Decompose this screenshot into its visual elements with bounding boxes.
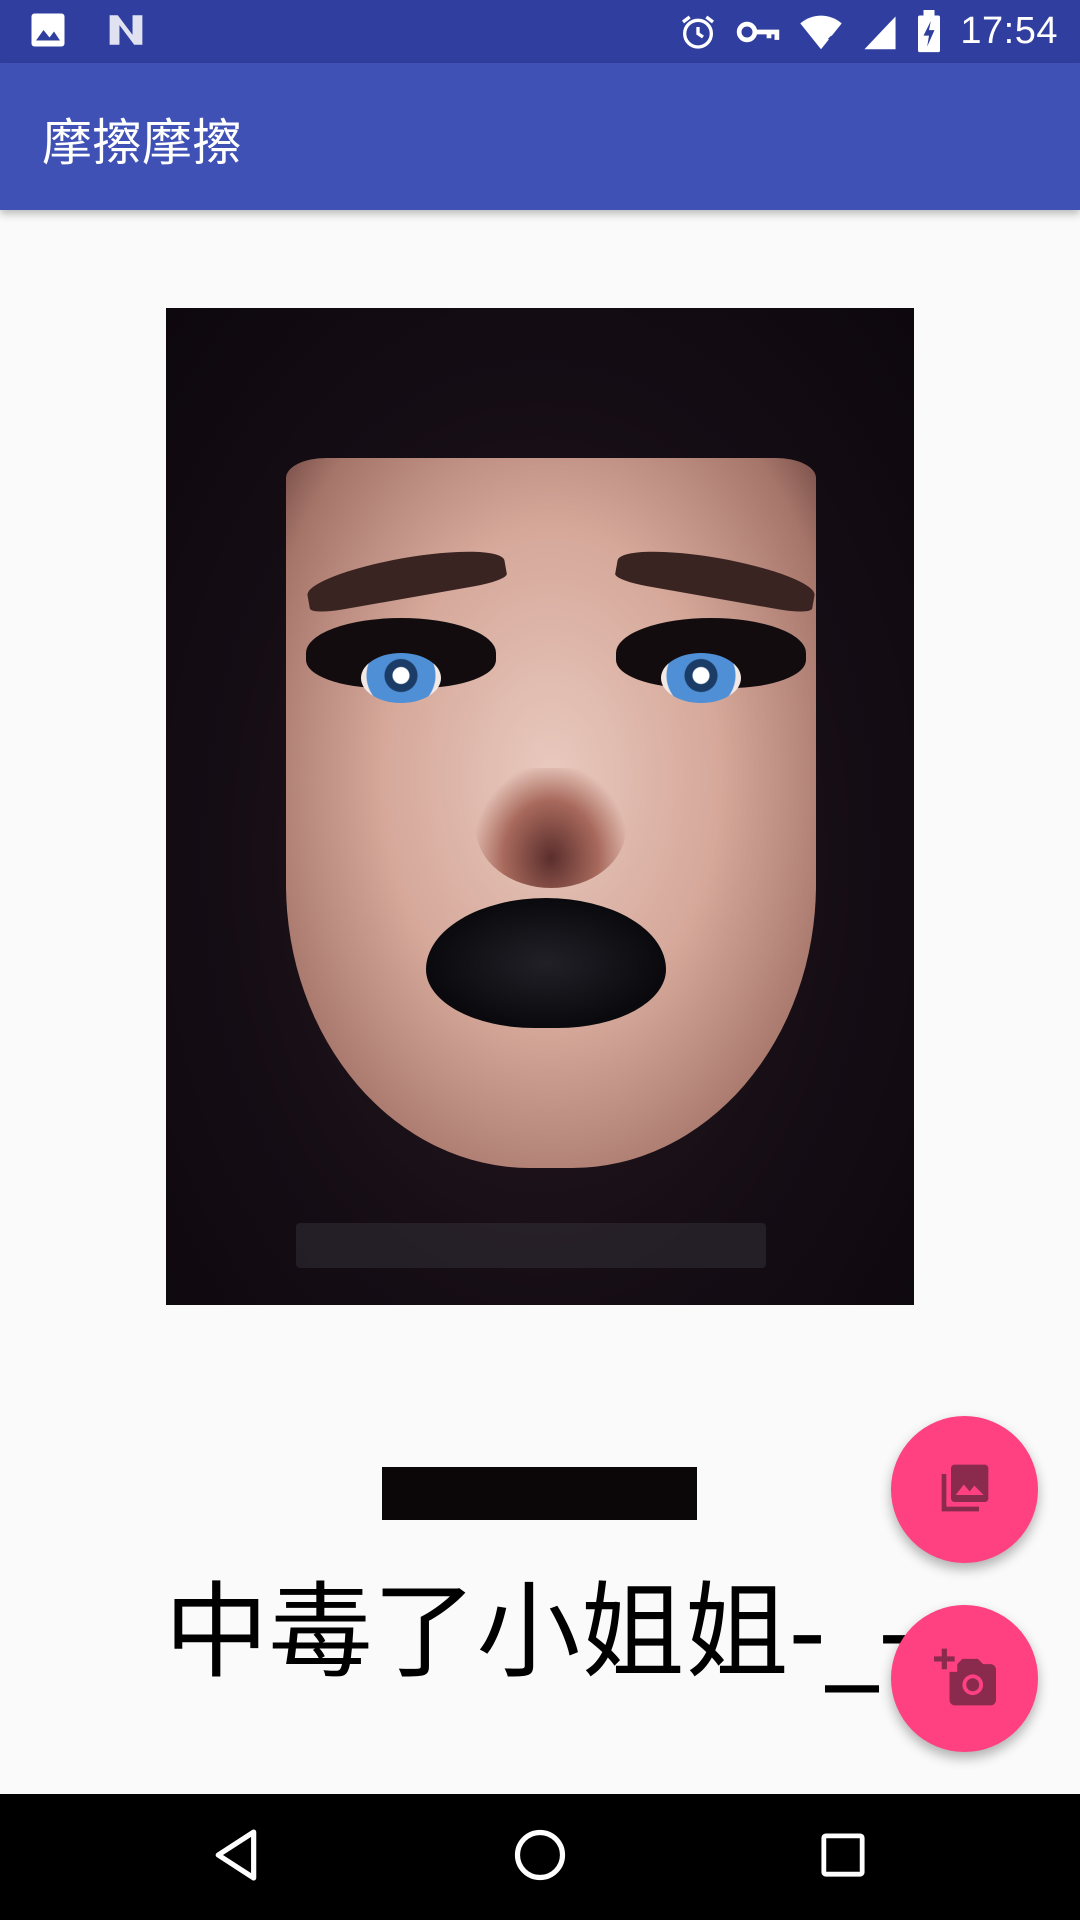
photo-library-icon (937, 1460, 993, 1520)
back-button[interactable] (197, 1817, 277, 1897)
status-left-icons (30, 12, 146, 48)
wifi-icon (798, 13, 844, 51)
key-icon (736, 16, 780, 48)
battery-charging-icon (916, 9, 942, 54)
home-button[interactable] (500, 1817, 580, 1897)
status-bar: 17:54 (0, 0, 1080, 63)
screen: 17:54 摩擦摩擦 中毒了小姐姐-_- (0, 0, 1080, 1920)
back-icon (212, 1827, 262, 1887)
face-photo (166, 308, 914, 1305)
home-icon (513, 1828, 567, 1886)
status-right-icons: 17:54 (678, 0, 1058, 63)
add-a-photo-icon (933, 1646, 996, 1712)
nose (476, 768, 626, 888)
app-bar: 摩擦摩擦 (0, 63, 1080, 210)
camera-fab-button[interactable] (891, 1605, 1038, 1752)
right-eyebrow (614, 540, 818, 616)
left-eyebrow (304, 540, 508, 616)
face-illustration (286, 458, 818, 1168)
alarm-icon (678, 12, 718, 52)
status-time: 17:54 (960, 10, 1058, 52)
n-icon (106, 12, 146, 48)
left-eye (361, 653, 441, 703)
redaction-bar (382, 1467, 697, 1520)
gallery-fab-button[interactable] (891, 1416, 1038, 1563)
recents-icon (820, 1832, 866, 1882)
photo-watermark-strip (296, 1223, 766, 1268)
app-title: 摩擦摩擦 (42, 114, 242, 172)
signal-icon (862, 13, 898, 51)
right-eye (661, 653, 741, 703)
lips (426, 898, 666, 1028)
image-icon (30, 12, 66, 48)
recents-button[interactable] (803, 1817, 883, 1897)
navigation-bar (0, 1794, 1080, 1920)
